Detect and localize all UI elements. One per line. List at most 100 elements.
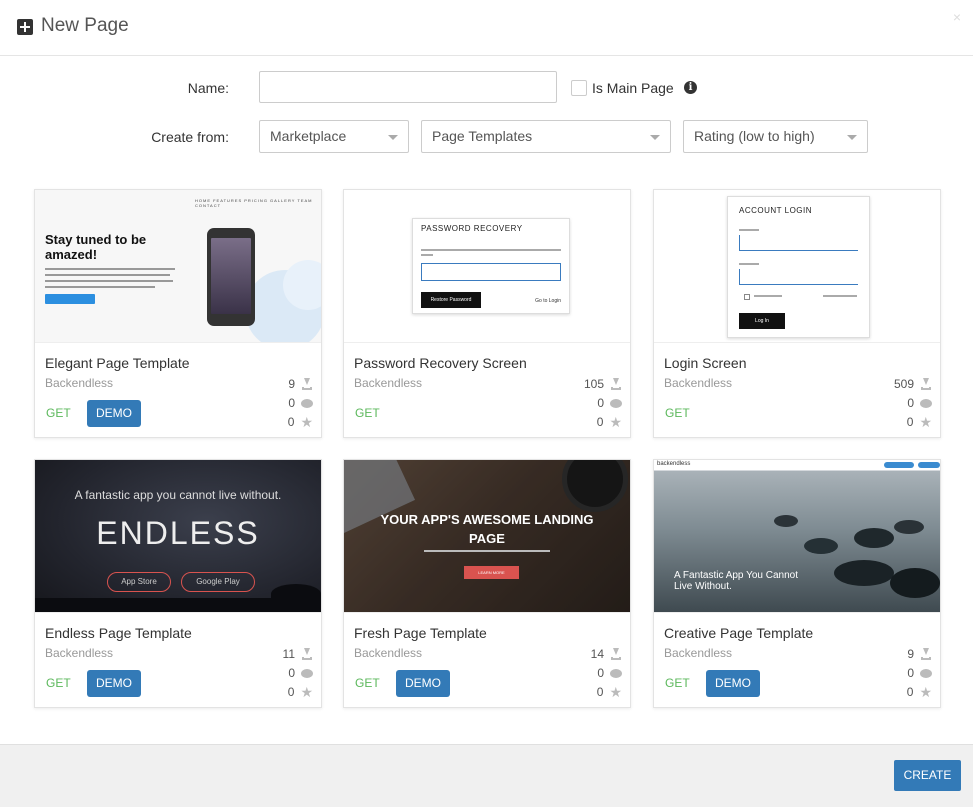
thumb-googleplay: Google Play	[181, 572, 255, 592]
card-title: Elegant Page Template	[45, 355, 190, 371]
rating-count: 0	[906, 685, 914, 699]
thumb-button: LEARN MORE	[464, 566, 519, 579]
card-title: Fresh Page Template	[354, 625, 487, 641]
get-button[interactable]: GET	[665, 406, 690, 420]
get-button[interactable]: GET	[665, 676, 690, 690]
comments-stat: 0	[907, 396, 932, 410]
template-type-select[interactable]: Page Templates	[421, 120, 671, 153]
rating-stat: 0 ★	[907, 685, 932, 699]
thumb-logo: backendless	[657, 461, 691, 467]
rating-stat: 0 ★	[597, 685, 622, 699]
card-title: Login Screen	[664, 355, 747, 371]
rating-count: 0	[287, 415, 295, 429]
comments-stat: 0	[288, 396, 313, 410]
demo-button[interactable]: DEMO	[87, 400, 141, 427]
star-icon: ★	[609, 684, 622, 700]
comments-count: 0	[288, 396, 295, 410]
thumb-link: Go to Login	[535, 298, 561, 304]
template-card[interactable]: ACCOUNT LOGIN Log In Login Screen Backen…	[653, 189, 941, 438]
name-input[interactable]	[259, 71, 557, 103]
card-author: Backendless	[354, 376, 423, 390]
thumb-heading: Stay tuned to be amazed!	[45, 232, 147, 262]
get-button[interactable]: GET	[355, 406, 380, 420]
template-thumbnail: HOME FEATURES PRICING GALLERY TEAM CONTA…	[35, 190, 321, 343]
star-icon: ★	[300, 684, 313, 700]
star-icon: ★	[609, 414, 622, 430]
comments-stat: 0	[597, 396, 622, 410]
card-title: Endless Page Template	[45, 625, 192, 641]
source-select[interactable]: Marketplace	[259, 120, 409, 153]
demo-button[interactable]: DEMO	[87, 670, 141, 697]
downloads-count: 9	[907, 647, 914, 661]
thumb-button: Restore Password	[421, 292, 481, 308]
card-author: Backendless	[664, 376, 733, 390]
template-type-select-value: Page Templates	[432, 128, 533, 144]
create-button[interactable]: CREATE	[894, 760, 961, 791]
downloads-count: 105	[583, 377, 604, 391]
sort-select-value: Rating (low to high)	[694, 128, 815, 144]
downloads-stat: 9	[907, 647, 932, 661]
template-thumbnail: ACCOUNT LOGIN Log In	[654, 190, 940, 343]
comments-count: 0	[597, 396, 604, 410]
chevron-down-icon	[650, 135, 660, 140]
comment-icon	[920, 668, 932, 678]
thumb-tagline: A fantastic app you cannot live without.	[74, 488, 282, 502]
card-title: Creative Page Template	[664, 625, 814, 641]
downloads-count: 11	[282, 647, 295, 661]
thumb-tagline: A Fantastic App You Cannot Live Without.	[674, 570, 798, 592]
get-button[interactable]: GET	[46, 676, 71, 690]
rating-count: 0	[596, 685, 604, 699]
template-thumbnail: YOUR APP'S AWESOME LANDING PAGE LEARN MO…	[344, 460, 630, 613]
template-card[interactable]: PASSWORD RECOVERY Restore Password Go to…	[343, 189, 631, 438]
thumb-heading: ACCOUNT LOGIN	[739, 206, 813, 215]
thumb-heading: PASSWORD RECOVERY	[421, 224, 523, 233]
name-label: Name:	[187, 80, 229, 96]
rating-count: 0	[287, 685, 295, 699]
card-title: Password Recovery Screen	[354, 355, 527, 371]
close-icon[interactable]: ×	[953, 9, 961, 25]
comments-count: 0	[907, 396, 914, 410]
template-card[interactable]: YOUR APP'S AWESOME LANDING PAGE LEARN MO…	[343, 459, 631, 708]
create-from-label: Create from:	[151, 129, 229, 145]
demo-button[interactable]: DEMO	[396, 670, 450, 697]
rating-count: 0	[906, 415, 914, 429]
star-icon: ★	[300, 414, 313, 430]
demo-button[interactable]: DEMO	[706, 670, 760, 697]
comment-icon	[610, 398, 622, 408]
rating-stat: 0 ★	[597, 415, 622, 429]
card-author: Backendless	[45, 376, 114, 390]
thumb-heading: ENDLESS	[96, 515, 260, 551]
comments-count: 0	[597, 666, 604, 680]
downloads-count: 509	[893, 377, 914, 391]
is-main-page-checkbox[interactable]	[571, 80, 587, 96]
get-button[interactable]: GET	[46, 406, 71, 420]
chevron-down-icon	[388, 135, 398, 140]
get-button[interactable]: GET	[355, 676, 380, 690]
downloads-count: 9	[288, 377, 295, 391]
chevron-down-icon	[847, 135, 857, 140]
thumb-nav: HOME FEATURES PRICING GALLERY TEAM CONTA…	[195, 198, 313, 208]
info-icon[interactable]: i	[684, 81, 697, 94]
card-author: Backendless	[664, 646, 733, 660]
downloads-stat: 105	[584, 377, 622, 391]
downloads-stat: 509	[894, 377, 932, 391]
template-thumbnail: backendless A Fantastic App You Cannot L…	[654, 460, 940, 613]
rating-stat: 0 ★	[907, 415, 932, 429]
template-thumbnail: PASSWORD RECOVERY Restore Password Go to…	[344, 190, 630, 343]
is-main-page-label: Is Main Page	[592, 80, 674, 96]
comment-icon	[301, 668, 313, 678]
comments-stat: 0	[907, 666, 932, 680]
template-card[interactable]: A fantastic app you cannot live without.…	[34, 459, 322, 708]
comment-icon	[301, 398, 313, 408]
download-icon	[301, 648, 313, 660]
template-card[interactable]: backendless A Fantastic App You Cannot L…	[653, 459, 941, 708]
template-thumbnail: A fantastic app you cannot live without.…	[35, 460, 321, 613]
dialog-footer	[0, 744, 973, 807]
sort-select[interactable]: Rating (low to high)	[683, 120, 868, 153]
thumb-appstore: App Store	[107, 572, 171, 592]
downloads-count: 14	[590, 647, 604, 661]
downloads-stat: 14	[591, 647, 622, 661]
download-icon	[610, 378, 622, 390]
template-card[interactable]: HOME FEATURES PRICING GALLERY TEAM CONTA…	[34, 189, 322, 438]
comments-stat: 0	[597, 666, 622, 680]
